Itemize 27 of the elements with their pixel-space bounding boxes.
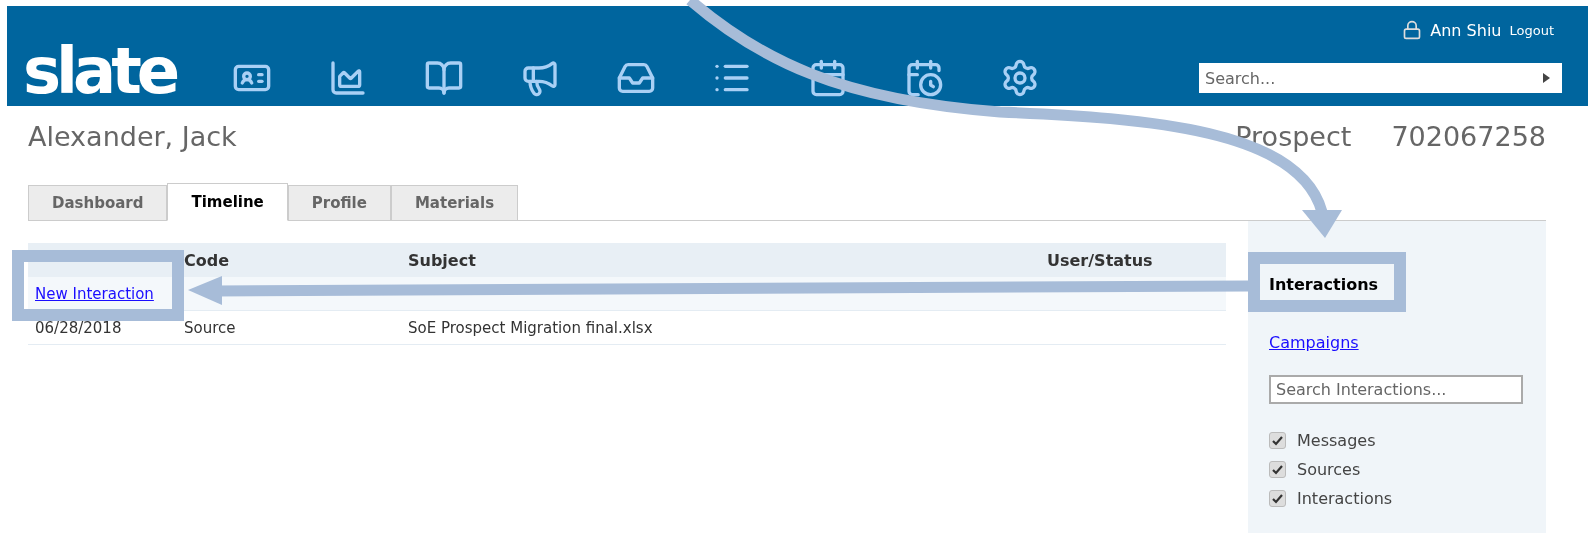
sidebar-link[interactable]: Interactions	[1269, 270, 1379, 299]
user-name: Ann Shiu	[1430, 20, 1502, 40]
column-header[interactable]: User/Status	[1040, 243, 1226, 277]
new-interaction-link[interactable]: New Interaction	[35, 284, 154, 303]
logo: slate	[23, 35, 177, 106]
tab[interactable]: Profile	[287, 185, 391, 221]
tab[interactable]: Materials	[390, 185, 519, 221]
sidebar-link[interactable]: Campaigns	[1269, 328, 1359, 357]
tab[interactable]: Dashboard	[28, 185, 168, 221]
go-arrow-icon[interactable]	[1543, 73, 1550, 83]
search-interactions-field[interactable]: Search Interactions...	[1269, 375, 1523, 405]
record-id: 702067258	[1391, 120, 1546, 152]
table-cell: Source	[177, 310, 401, 345]
checkbox[interactable]	[1269, 490, 1286, 508]
table-cell: SoE Prospect Migration final.xlsx	[401, 310, 1040, 345]
checkbox-label: Interactions	[1297, 489, 1393, 509]
tab[interactable]: Timeline	[167, 183, 288, 221]
record-name: Alexander, Jack	[28, 120, 238, 152]
checkbox[interactable]	[1269, 432, 1286, 450]
logout-link[interactable]: Logout	[1509, 22, 1554, 38]
column-header[interactable]: Subject	[401, 243, 1040, 277]
lock-icon	[1402, 20, 1423, 40]
checkbox[interactable]	[1269, 461, 1286, 479]
checkbox-label: Sources	[1297, 460, 1361, 480]
search-field[interactable]: Search...	[1199, 63, 1562, 93]
column-header[interactable]: Code	[177, 243, 401, 277]
checkbox-label: Messages	[1297, 431, 1376, 451]
